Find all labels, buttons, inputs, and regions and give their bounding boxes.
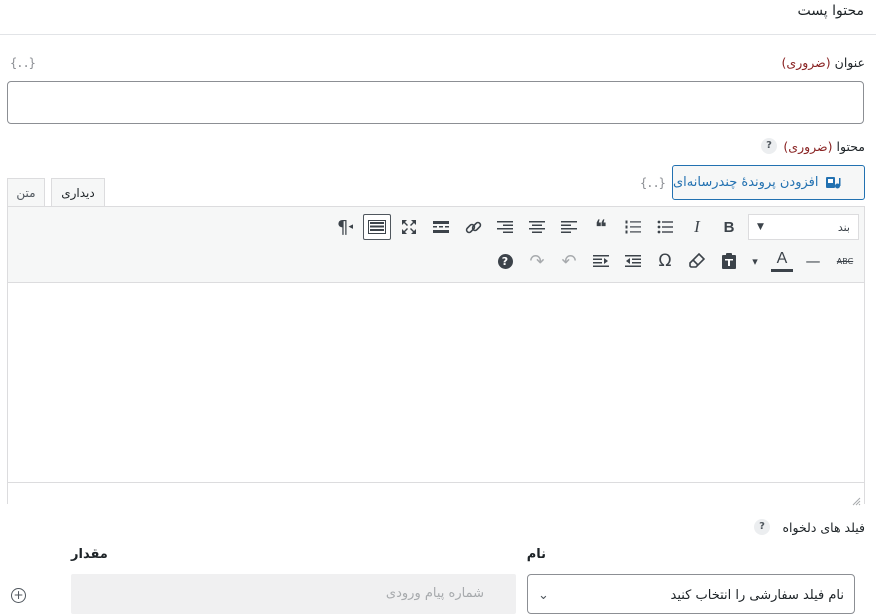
custom-field-value-input[interactable]: شماره پیام ورودی	[71, 574, 516, 614]
blockquote-icon[interactable]: ❝	[587, 214, 615, 240]
read-more-icon[interactable]	[427, 214, 455, 240]
content-required-mark: (ضروری)	[783, 139, 833, 154]
custom-fields-label: فیلد های دلخواه	[782, 520, 865, 535]
numbered-list-icon[interactable]	[619, 214, 647, 240]
rtl-direction-glyph: ¶	[337, 216, 349, 238]
content-help-icon[interactable]: ?	[761, 138, 777, 154]
paste-text-icon[interactable]	[715, 248, 743, 274]
indent-icon[interactable]	[587, 248, 615, 274]
section-divider	[0, 34, 876, 35]
title-required-mark: (ضروری)	[781, 55, 831, 70]
bullet-list-icon[interactable]	[651, 214, 679, 240]
add-media-icon	[825, 175, 841, 191]
tab-text[interactable]: متن	[7, 178, 45, 207]
add-media-button[interactable]: افزودن پروندهٔ چندرسانه‌ای	[672, 165, 865, 200]
content-label-text: محتوا	[836, 139, 865, 154]
italic-icon[interactable]: I	[683, 214, 711, 240]
editor-statusbar	[8, 482, 864, 504]
custom-field-name-select[interactable]: نام فیلد سفارشی را انتخاب کنید ⌄	[527, 574, 855, 614]
text-color-icon[interactable]: A	[771, 248, 793, 272]
rtl-direction-icon[interactable]: ¶ ◂	[331, 214, 359, 240]
color-dropdown-icon[interactable]: ▾	[746, 248, 764, 274]
fullscreen-icon[interactable]	[395, 214, 423, 240]
link-icon[interactable]	[459, 214, 487, 240]
horizontal-line-icon[interactable]: —	[799, 248, 827, 274]
custom-field-name-header: نام	[526, 547, 546, 562]
special-character-icon[interactable]: Ω	[651, 248, 679, 274]
content-merge-tag-icon[interactable]: {..}	[640, 176, 666, 190]
keyboard-help-glyph: ?	[497, 253, 513, 269]
resize-handle-icon[interactable]	[851, 491, 861, 506]
title-label: عنوان (ضروری)	[782, 55, 865, 70]
title-merge-tag-icon[interactable]: {..}	[10, 56, 36, 70]
align-left-icon[interactable]	[555, 214, 583, 240]
custom-fields-help-icon[interactable]: ?	[754, 519, 770, 535]
align-right-icon[interactable]	[491, 214, 519, 240]
undo-icon[interactable]: ↶	[555, 248, 583, 274]
format-select-value: بند	[837, 220, 850, 234]
section-title: محتوا پست	[797, 3, 864, 19]
custom-field-value-header: مقدار	[71, 547, 108, 562]
add-custom-field-icon[interactable]: +	[11, 588, 26, 603]
toolbar-toggle-icon[interactable]	[363, 214, 391, 240]
tab-visual[interactable]: دیداری	[51, 178, 105, 208]
custom-field-name-select-value: نام فیلد سفارشی را انتخاب کنید	[670, 588, 844, 603]
format-select[interactable]: بند ▼	[748, 214, 859, 240]
keyboard-help-icon[interactable]: ?	[491, 248, 519, 274]
chevron-down-icon: ⌄	[538, 588, 549, 603]
content-label: محتوا (ضروری)	[783, 139, 865, 154]
title-label-text: عنوان	[834, 55, 865, 70]
align-center-icon[interactable]	[523, 214, 551, 240]
bold-icon[interactable]: B	[715, 214, 743, 240]
title-input[interactable]	[7, 81, 864, 124]
redo-icon[interactable]: ↷	[523, 248, 551, 274]
clear-formatting-icon[interactable]	[683, 248, 711, 274]
strikethrough-icon[interactable]: ABC	[831, 248, 859, 274]
chevron-down-icon: ▼	[757, 222, 764, 232]
outdent-icon[interactable]	[619, 248, 647, 274]
add-media-label: افزودن پروندهٔ چندرسانه‌ای	[673, 175, 819, 190]
